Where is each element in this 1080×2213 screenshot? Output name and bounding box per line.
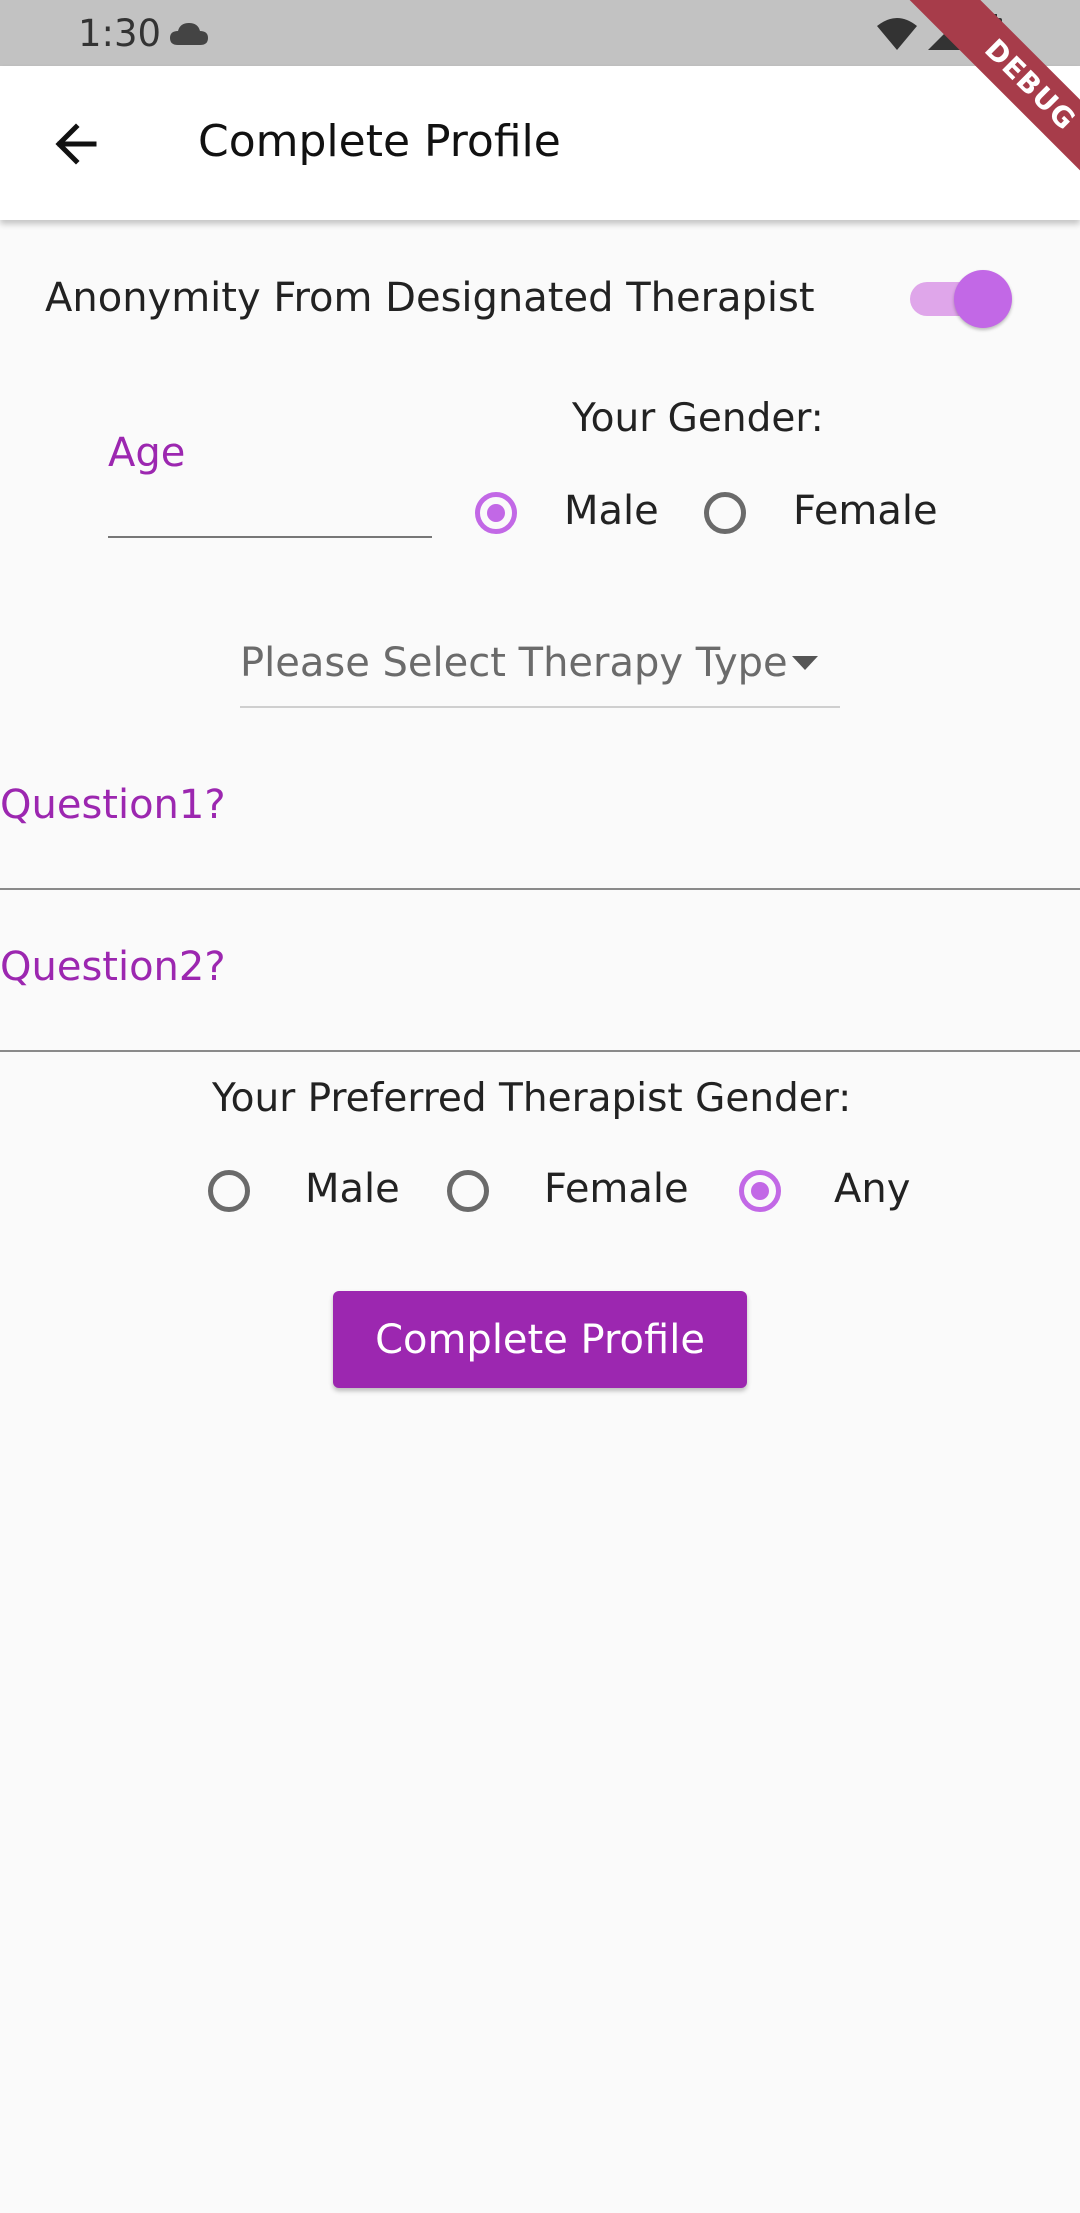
therapy-type-dropdown[interactable]: Please Select Therapy Type [240,632,840,708]
pref-any-radio[interactable] [739,1170,781,1212]
cloud-icon [170,23,208,45]
anonymity-switch[interactable] [906,270,1012,328]
pref-female-label: Female [544,1166,689,1212]
question2-input[interactable] [0,922,1080,1052]
gender-female-label: Female [793,488,938,534]
pref-male-label: Male [305,1166,400,1212]
complete-profile-button[interactable]: Complete Profile [333,1291,747,1388]
pref-female-radio[interactable] [447,1170,489,1212]
switch-thumb [954,270,1012,328]
gender-male-radio[interactable] [475,492,517,534]
pref-male-radio[interactable] [208,1170,250,1212]
age-input[interactable] [108,480,432,538]
back-arrow-icon[interactable] [46,114,106,174]
preferred-gender-heading: Your Preferred Therapist Gender: [212,1076,852,1121]
question1-input[interactable] [0,760,1080,890]
pref-any-label: Any [834,1166,911,1212]
question1-underline [0,888,1080,890]
anonymity-label: Anonymity From Designated Therapist [45,275,815,321]
page-title: Complete Profile [198,116,561,167]
debug-banner-label: DEBUG [899,0,1080,216]
status-time: 1:30 [78,12,162,55]
gender-heading: Your Gender: [572,396,824,441]
age-field-label: Age [108,430,186,476]
gender-male-label: Male [564,488,659,534]
debug-banner: DEBUG [860,0,1080,220]
question2-underline [0,1050,1080,1052]
dropdown-caret-icon [792,656,818,670]
gender-female-radio[interactable] [704,492,746,534]
therapy-type-placeholder: Please Select Therapy Type [240,640,788,686]
